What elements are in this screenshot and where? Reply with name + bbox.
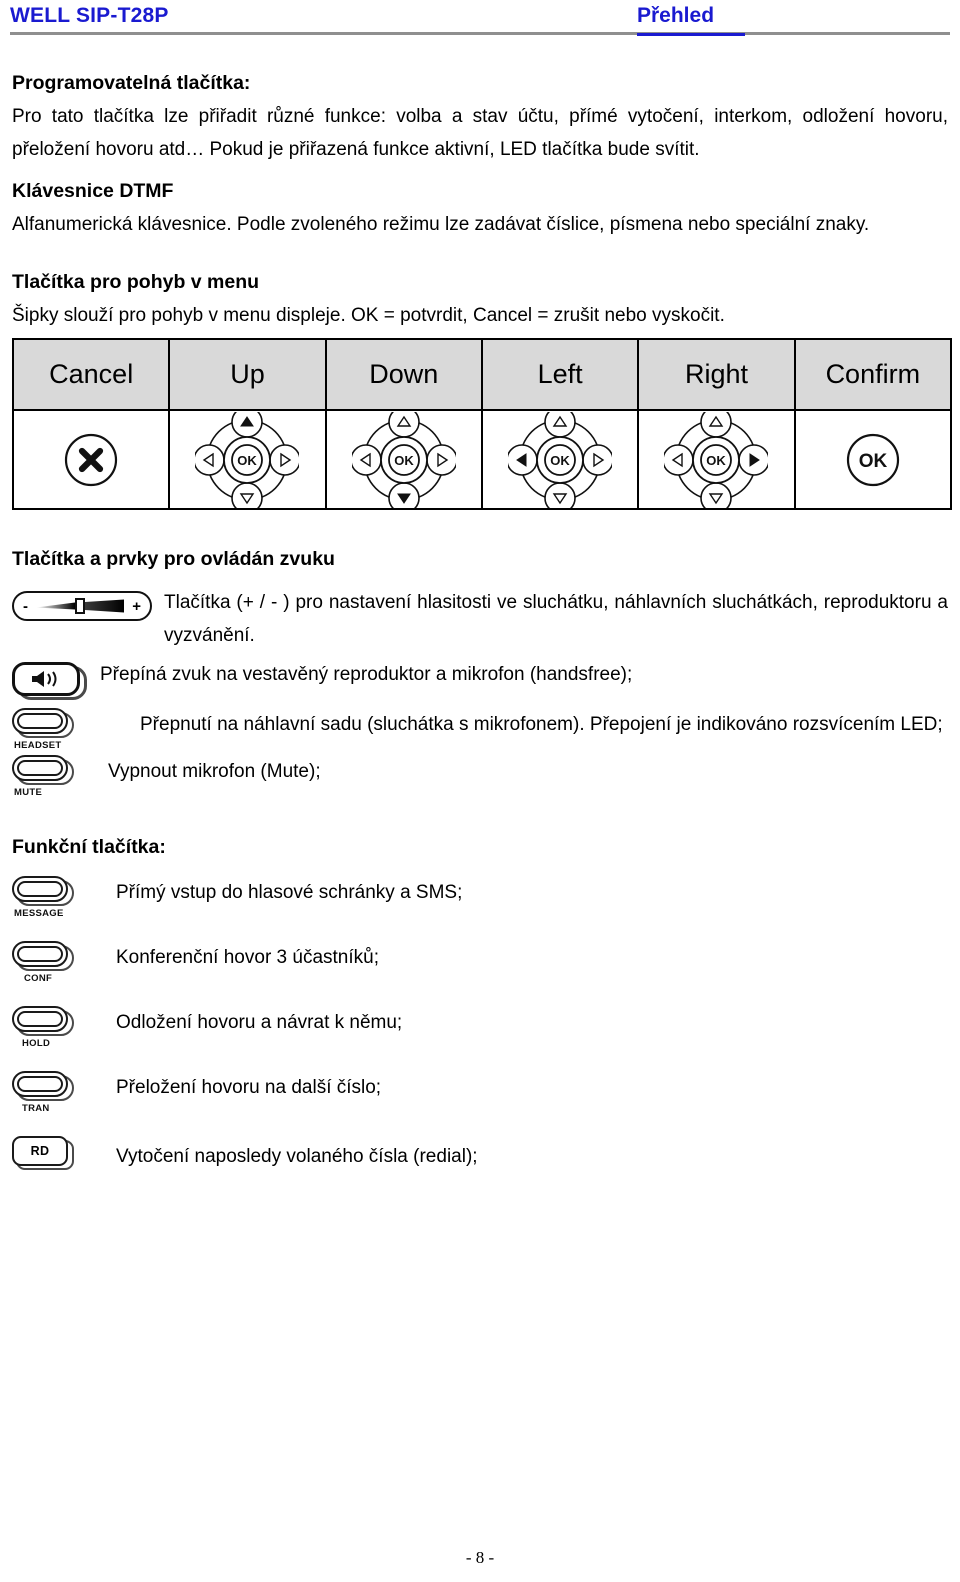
volume-icon-slot: - + [12, 586, 164, 621]
function-row-conference: CONF Konferenční hovor 3 účastníků; [12, 941, 948, 984]
column-header-left: Left [480, 338, 640, 411]
cell-down-icon: OK [324, 409, 483, 510]
redial-key-label: RD [30, 1144, 50, 1158]
message-icon-slot: MESSAGE [12, 876, 108, 919]
svg-text:OK: OK [550, 453, 570, 468]
dpad-icon: OK [351, 411, 456, 508]
cell-right-icon: OK [637, 409, 796, 510]
column-header-right: Right [637, 338, 796, 411]
heading-programmable-keys: Programovatelná tlačítka: [12, 72, 251, 94]
conf-key-inner [17, 946, 63, 962]
headset-key-inner [17, 713, 63, 729]
heading-dtmf-keypad: Klávesnice DTMF [12, 180, 174, 202]
redial-key-icon: RD [12, 1136, 74, 1170]
column-header-up: Up [168, 338, 327, 411]
conf-key-icon [12, 941, 74, 971]
mute-key-label: MUTE [14, 787, 43, 798]
redial-icon-slot: RD [12, 1136, 108, 1170]
column-header-down: Down [324, 338, 483, 411]
volume-plus-label: + [132, 597, 141, 615]
tran-key-icon [12, 1071, 74, 1101]
headset-icon-slot: HEADSET [12, 708, 108, 751]
cell-up-icon: OK [168, 409, 327, 510]
headset-key-label: HEADSET [14, 740, 62, 751]
hold-key-icon [12, 1006, 74, 1036]
message-key-label: MESSAGE [14, 908, 64, 919]
function-row-transfer: TRAN Přeložení hovoru na další číslo; [12, 1071, 948, 1114]
function-text-hold: Odložení hovoru a návrat k němu; [116, 1012, 403, 1033]
ok-circle-label: OK [859, 451, 888, 472]
navigation-keys-table: Cancel Up Down Left Right Confirm OK OK … [11, 338, 953, 510]
hold-key-inner [17, 1011, 63, 1027]
function-text-conference: Konferenční hovor 3 účastníků; [116, 947, 379, 968]
header-product-title: WELL SIP-T28P [10, 4, 169, 27]
column-header-cancel: Cancel [11, 338, 171, 411]
tran-key-inner [17, 1076, 63, 1092]
page-header: WELL SIP-T28P Přehled [10, 0, 950, 42]
paragraph-programmable-keys: Pro tato tlačítka lze přiřadit různé fun… [12, 106, 948, 160]
svg-text:OK: OK [394, 453, 414, 468]
header-rule-accent [637, 33, 745, 36]
cancel-x-icon [65, 433, 118, 486]
audio-row-headset: HEADSET Přepnutí na náhlavní sadu (sluch… [12, 708, 948, 751]
tran-key-label: TRAN [22, 1103, 50, 1114]
speaker-glyph-icon [32, 671, 57, 687]
mute-icon-slot: MUTE [12, 755, 108, 798]
svg-text:OK: OK [238, 453, 258, 468]
paragraph-menu-navigation: Šipky slouží pro pohyb v menu displeje. … [12, 305, 725, 326]
column-header-confirm: Confirm [793, 338, 953, 411]
ok-circle-icon: OK [846, 433, 899, 486]
cell-cancel-icon [11, 409, 171, 510]
volume-level-bar-icon [36, 598, 125, 614]
conf-key-label: CONF [24, 973, 53, 984]
heading-audio-controls: Tlačítka a prvky pro ovládán zvuku [12, 548, 335, 570]
audio-text-speaker: Přepíná zvuk na vestavěný reproduktor a … [100, 664, 633, 685]
speaker-key-face [12, 662, 80, 696]
table-header-row: Cancel Up Down Left Right Confirm [11, 338, 953, 411]
header-section-title: Přehled [637, 4, 715, 27]
headset-key-icon [12, 708, 74, 738]
heading-function-keys: Funkční tlačítka: [12, 836, 166, 858]
function-row-message: MESSAGE Přímý vstup do hlasové schránky … [12, 876, 948, 919]
message-key-inner [17, 881, 63, 897]
function-text-transfer: Přeložení hovoru na další číslo; [116, 1077, 382, 1098]
speaker-key-icon [12, 662, 90, 702]
mute-key-inner [17, 760, 63, 776]
page-number-footer: - 8 - [465, 1548, 495, 1567]
message-key-icon [12, 876, 74, 906]
audio-text-mute: Vypnout mikrofon (Mute); [108, 761, 321, 782]
function-text-message: Přímý vstup do hlasové schránky a SMS; [116, 882, 463, 903]
header-rule [10, 32, 950, 35]
function-row-hold: HOLD Odložení hovoru a návrat k němu; [12, 1006, 948, 1049]
page-content: Programovatelná tlačítka: Pro tato tlačí… [10, 42, 953, 1173]
dpad-icon: OK [508, 411, 613, 508]
hold-icon-slot: HOLD [12, 1006, 108, 1049]
conf-icon-slot: CONF [12, 941, 108, 984]
dpad-icon: OK [195, 411, 300, 508]
function-text-redial: Vytočení naposledy volaného čísla (redia… [116, 1146, 478, 1167]
audio-text-volume: Tlačítka (+ / - ) pro nastavení hlasitos… [164, 592, 948, 646]
paragraph-dtmf-keypad: Alfanumerická klávesnice. Podle zvolenéh… [12, 214, 870, 235]
dpad-icon: OK [664, 411, 769, 508]
svg-text:OK: OK [707, 453, 727, 468]
mute-key-icon [12, 755, 74, 785]
tran-icon-slot: TRAN [12, 1071, 108, 1114]
heading-menu-navigation: Tlačítka pro pohyb v menu [12, 271, 260, 293]
function-row-redial: RD Vytočení naposledy volaného čísla (re… [12, 1136, 948, 1173]
hold-key-label: HOLD [22, 1038, 51, 1049]
audio-row-volume: - + Tlačítka (+ / -) pro nastavení hlas… [12, 586, 948, 652]
document-page: WELL SIP-T28P Přehled Programovatelná tl… [0, 0, 960, 1582]
audio-text-headset: Přepnutí na náhlavní sadu (sluchátka s m… [140, 714, 943, 735]
audio-row-speaker: Přepíná zvuk na vestavěný reproduktor a … [12, 658, 948, 702]
cell-confirm-icon: OK [793, 409, 953, 510]
audio-row-mute: MUTE Vypnout mikrofon (Mute); [12, 755, 948, 798]
speaker-icon-slot [12, 658, 100, 702]
volume-minus-label: - [23, 597, 28, 615]
volume-rocker-icon: - + [12, 591, 152, 621]
table-icon-row: OK OK OK OK OK [11, 409, 953, 510]
cell-left-icon: OK [480, 409, 640, 510]
